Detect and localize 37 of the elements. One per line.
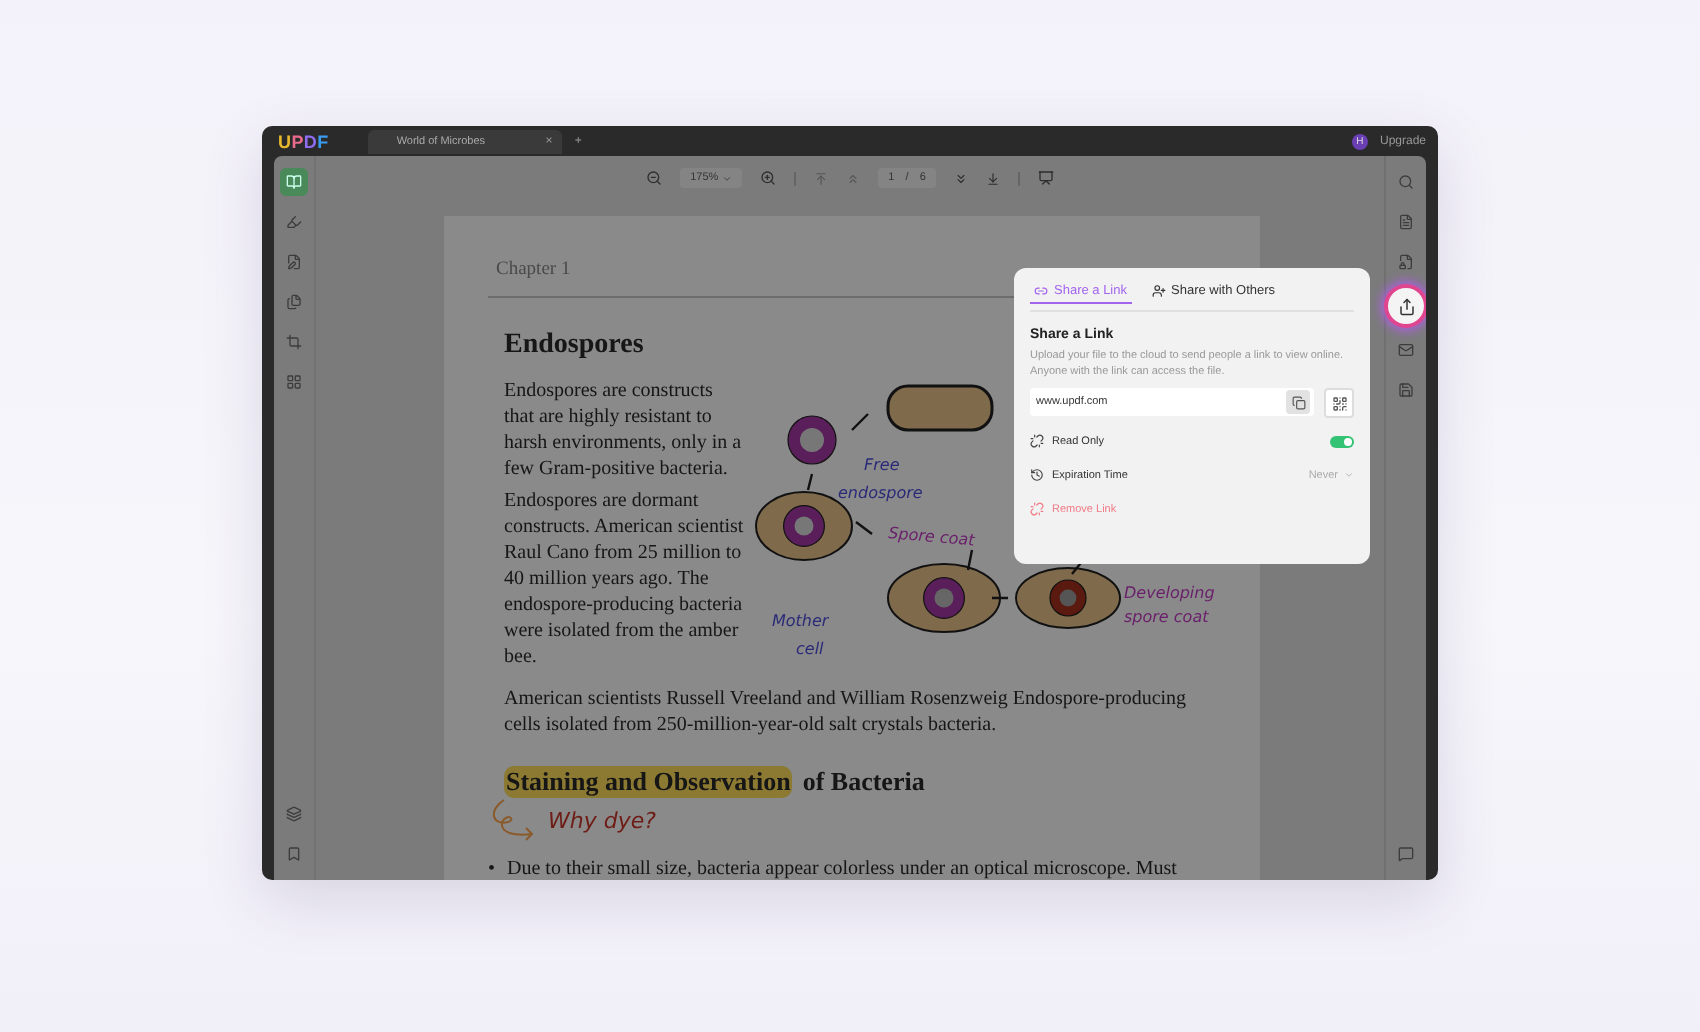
figure-label: spore coat — [1124, 608, 1209, 626]
caret-icon — [722, 173, 733, 183]
bullet-item: Due to their small size, bacteria appear colorless under an optical microscope. Must — [507, 858, 1177, 880]
previous-page-icon[interactable] — [846, 171, 861, 185]
body-paragraph: American scientists Russell Vreeland and William Rosenzweig Endospore-producing cells isolated from 250-million-year-old salt crystals bacteria. — [504, 686, 1189, 738]
handwritten-note: Why dye? — [548, 807, 656, 833]
caret-icon — [1344, 470, 1354, 480]
copy-button[interactable] — [1286, 390, 1310, 414]
body-paragraph: Endospores are constructs that are highly resistant to harsh environments, only in a few Gram-positive bacteria. — [504, 378, 744, 482]
presentation-icon[interactable] — [1037, 170, 1054, 186]
last-page-icon[interactable] — [985, 171, 1000, 185]
figure-label: endospore — [838, 484, 923, 502]
user-plus-icon — [1151, 284, 1165, 298]
figure-label: Developing — [1124, 584, 1215, 602]
reader-tool-icon[interactable] — [280, 168, 308, 196]
figure-label: Spore coat — [887, 524, 976, 550]
bullet-mark: • — [488, 858, 496, 880]
zoom-in-icon[interactable] — [760, 170, 777, 186]
read-only-toggle[interactable] — [1330, 435, 1354, 447]
history-icon — [1030, 468, 1044, 482]
unlink-icon — [1030, 502, 1044, 516]
share-icon[interactable] — [1388, 288, 1424, 324]
zoom-out-icon[interactable] — [646, 170, 663, 186]
curly-arrow-icon — [488, 798, 536, 842]
app-logo: UPDF — [278, 131, 329, 151]
qr-code-button[interactable] — [1324, 388, 1354, 418]
chapter-label: Chapter 1 — [494, 260, 573, 280]
figure-label: Free — [864, 456, 900, 474]
first-page-icon[interactable] — [814, 171, 829, 185]
section-heading: Staining and Observation of Bacteria — [504, 766, 927, 798]
figure-label: cell — [796, 640, 824, 658]
figure-label: Mother — [772, 612, 829, 630]
body-paragraph: Endospores are dormant constructs. American scientist Raul Cano from 25 million to 40 million years ago. The endospore-producing bacteria were isolated from the amber bee. — [504, 488, 744, 670]
next-page-icon[interactable] — [953, 171, 968, 185]
qr-code-icon — [1331, 395, 1347, 411]
section-heading: Endospores — [504, 330, 644, 362]
link-icon — [1034, 284, 1048, 298]
